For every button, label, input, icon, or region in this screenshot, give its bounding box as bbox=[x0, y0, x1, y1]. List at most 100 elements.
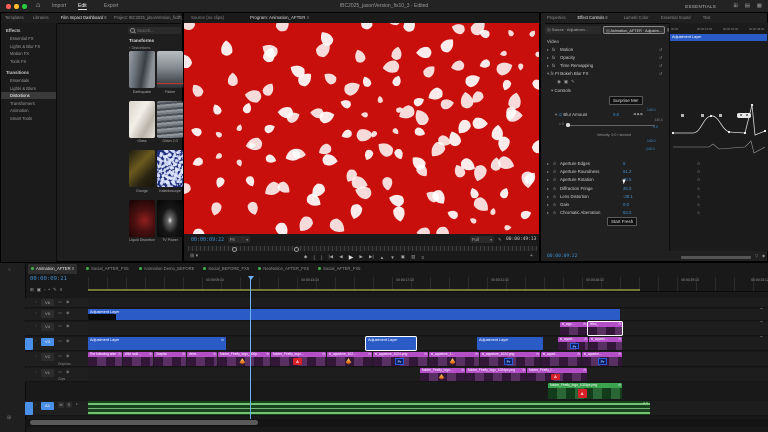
lock-icon[interactable]: ▫ bbox=[35, 310, 36, 315]
expand-arrow-icon[interactable]: ▸ bbox=[547, 47, 549, 52]
expand-arrow-icon[interactable]: ▸ bbox=[547, 55, 549, 60]
ec-param-aperture-roundness[interactable]: ▸⊙Aperture Roundness61.2⊙ bbox=[547, 169, 767, 176]
track-select-a1[interactable]: A1 bbox=[41, 402, 54, 410]
panel-tab-templates[interactable]: Templates bbox=[5, 15, 30, 20]
panel-tab-film-impact-dashboard[interactable]: Film Impact Dashboard ≡ bbox=[61, 15, 111, 20]
track-header-v5[interactable]: ▫V5▭◉ bbox=[25, 309, 88, 321]
active-clip-pill[interactable]: ▤ Animation_AFTER · Adjustm… ▾ bbox=[603, 26, 665, 34]
mark-in-icon[interactable]: { bbox=[313, 255, 315, 260]
track-select-v5[interactable]: V5 bbox=[41, 310, 54, 318]
filter-properties-icon[interactable]: ▽ bbox=[755, 253, 758, 258]
sidebar-item-essentials[interactable]: Essentials bbox=[1, 77, 56, 85]
effect-thumb-glass[interactable]: Glass bbox=[129, 101, 155, 146]
search-input[interactable]: Search... bbox=[128, 27, 181, 34]
go-to-in-icon[interactable]: |◀ bbox=[328, 254, 333, 260]
lock-icon[interactable]: ▫ bbox=[35, 338, 36, 343]
clip-adjustment-layer[interactable]: Adjustment Layer bbox=[366, 337, 416, 350]
track-header-a1[interactable]: ▫A1MS⚬ bbox=[25, 401, 88, 416]
panel-overflow-icon[interactable]: » bbox=[177, 14, 180, 20]
ec-hscrollbar[interactable] bbox=[681, 256, 751, 259]
keyframe-nav[interactable]: ◀ ◆ ▶ bbox=[633, 112, 643, 116]
lane-stopwatch-icon[interactable]: ⊙ bbox=[697, 161, 701, 166]
source-monitor-tab[interactable]: Source (no clips) bbox=[191, 15, 224, 20]
ec-param-value[interactable]: 61.2 bbox=[623, 169, 631, 174]
keyframe-diamond[interactable] bbox=[681, 114, 684, 117]
ec-param-gain[interactable]: ▸⊙Gain0.0⊙ bbox=[547, 202, 767, 209]
fullscreen-icon[interactable]: ⊞ bbox=[733, 3, 738, 9]
source-clip-pill[interactable]: ▤ Source · Adjustmen… bbox=[545, 26, 601, 34]
expand-arrow-icon[interactable]: ▸ bbox=[547, 161, 549, 166]
ec-param-chromatic-aberration[interactable]: ▸⊙Chromatic Aberration63.0⊙ bbox=[547, 210, 767, 217]
slider-handle[interactable] bbox=[566, 123, 570, 127]
lane-stopwatch-icon[interactable]: ⊙ bbox=[697, 194, 701, 199]
ec-reset-icon[interactable]: ↺ bbox=[659, 71, 663, 76]
sidebar-item-distortions[interactable]: Distortions bbox=[1, 92, 56, 100]
export-frame-icon[interactable]: ▣ bbox=[401, 254, 405, 260]
track-header-v6[interactable]: ▫V6▭◉ bbox=[25, 298, 88, 308]
timeline-tab-neonotice-after-fx5[interactable]: NeoNotice_AFTER_FX5 bbox=[255, 264, 309, 274]
lane-stopwatch-icon[interactable]: ⊙ bbox=[697, 210, 701, 215]
clip[interactable]: Graphicfx bbox=[154, 352, 186, 366]
step-back-icon[interactable]: ◀ bbox=[339, 254, 343, 260]
settings-menu-icon[interactable]: ≡ bbox=[421, 255, 424, 260]
track-select-v2[interactable]: V2 bbox=[41, 353, 54, 361]
timeline-grid-icon[interactable]: ⊞ bbox=[7, 415, 11, 421]
clip-adjustment-layer[interactable]: Adjustment Layer bbox=[477, 337, 543, 350]
expand-arrow-icon[interactable]: ▾ bbox=[547, 71, 549, 76]
eye-icon[interactable]: ◉ bbox=[66, 299, 70, 304]
lock-icon[interactable]: ▫ bbox=[35, 369, 36, 374]
sidebar-item-lights-blurs[interactable]: Lights & Blurs bbox=[1, 84, 56, 92]
ec-effect-row[interactable]: ▾ fx FI Bokeh Blur FX bbox=[547, 71, 589, 77]
clip-audio[interactable]: ≡ ≡ bbox=[88, 401, 650, 415]
clip[interactable]: Adobe_Firefly_logo…fxA bbox=[271, 352, 326, 366]
timeline-hscrollbar[interactable] bbox=[30, 420, 258, 425]
clip[interactable]: Verte…fx bbox=[187, 352, 217, 366]
clip[interactable]: ai_appst…fx bbox=[541, 352, 581, 366]
track-header-v1[interactable]: ▫V1▭◉Clips bbox=[25, 368, 88, 382]
panel-menu-icon[interactable]: ≡ bbox=[307, 15, 310, 20]
playback-resolution-select[interactable]: Full▾ bbox=[470, 236, 494, 243]
lane-stopwatch-icon[interactable]: ⊙ bbox=[697, 202, 701, 207]
expand-arrow-icon[interactable]: ▸ bbox=[547, 63, 549, 68]
expand-arrow-icon[interactable]: ▸ bbox=[547, 194, 549, 199]
clip[interactable]: ai_appsto…fx bbox=[589, 337, 622, 350]
tab-text[interactable]: Text bbox=[703, 15, 711, 20]
clip[interactable]: The following anim…fx bbox=[88, 352, 122, 366]
source-patch-a1[interactable] bbox=[25, 402, 33, 415]
effect-thumb-liquid[interactable]: Liquid Distortion bbox=[129, 200, 155, 245]
sidebar-item-tools-fx[interactable]: Tools FX bbox=[1, 57, 56, 65]
eye-icon[interactable]: ◉ bbox=[66, 310, 70, 315]
track-header-v2[interactable]: ▫V2▭◉Graphics bbox=[25, 352, 88, 367]
clip[interactable]: ai_appstore_102…fx bbox=[327, 352, 372, 366]
timeline-tab-social-after-fx5[interactable]: Social_AFTER_FX5 bbox=[83, 264, 130, 274]
stopwatch-icon[interactable]: ⊙ bbox=[558, 112, 562, 117]
ec-param-value[interactable]: 25.0 bbox=[623, 186, 631, 191]
clip[interactable]: ai_appst…fxPr bbox=[558, 337, 588, 350]
expand-arrow-icon[interactable]: ▸ bbox=[547, 177, 549, 182]
eye-icon[interactable]: ◉ bbox=[66, 338, 70, 343]
program-timecode[interactable]: 00:00:09:22 bbox=[191, 237, 224, 243]
track-select-v1[interactable]: V1 bbox=[41, 369, 54, 377]
track-output-icon[interactable]: ▭ bbox=[58, 299, 62, 304]
timeline-tab-social-before-fx5[interactable]: Social_BEFORE_FX5 bbox=[200, 264, 249, 274]
monitor-scrubber[interactable] bbox=[188, 246, 537, 251]
stopwatch-icon[interactable]: ⊙ bbox=[553, 177, 557, 182]
clip-adjustment-layer[interactable]: Adjustment Layerfx bbox=[88, 337, 226, 350]
timeline-tab-animation-demo-before[interactable]: Animation Demo_BEFORE bbox=[136, 264, 194, 274]
clip[interactable]: Wild radii…fx bbox=[123, 352, 153, 366]
tab-essential-sound[interactable]: Essential Sound bbox=[661, 15, 691, 20]
comparison-view-icon[interactable]: ▥ bbox=[411, 254, 415, 260]
effect-thumb-tvpower[interactable]: TV Power bbox=[157, 200, 183, 245]
clip[interactable]: Adobe_Firefly_l…fxA bbox=[527, 368, 587, 381]
ec-row-opacity[interactable]: ▸fxOpacity↺ bbox=[547, 55, 667, 62]
track-lane-v6[interactable] bbox=[88, 298, 768, 308]
lane-stopwatch-icon[interactable]: ⊙ bbox=[697, 177, 701, 182]
sidebar-item-smart-tools[interactable]: Smart Tools bbox=[1, 114, 56, 122]
fx-badge-icon[interactable]: fx bbox=[550, 71, 553, 76]
stopwatch-icon[interactable]: ⊙ bbox=[553, 210, 557, 215]
sidebar-item-lights-blur-fx[interactable]: Lights & Blur FX bbox=[1, 42, 56, 50]
clip[interactable]: Adobe_Firefly_logo_1024px.pngfxA bbox=[548, 383, 622, 399]
mute-button[interactable]: M bbox=[58, 402, 64, 408]
blur-slider[interactable]: 1.0 140.0 bbox=[559, 122, 663, 128]
track-output-icon[interactable]: ▭ bbox=[58, 323, 62, 328]
